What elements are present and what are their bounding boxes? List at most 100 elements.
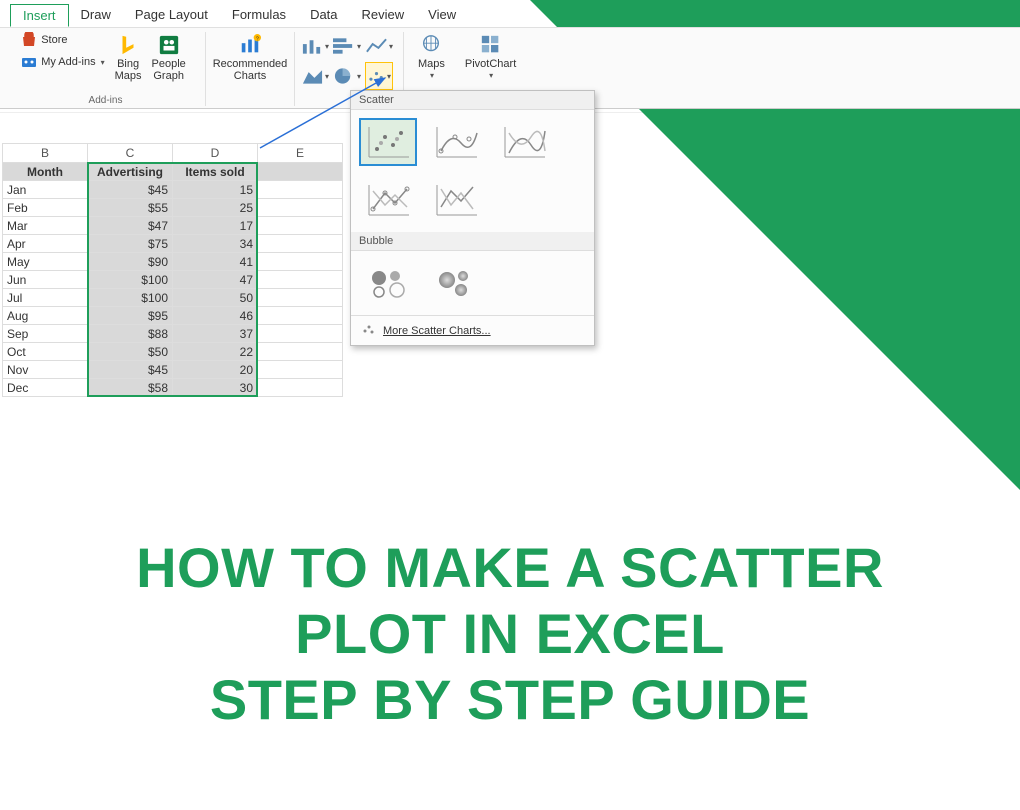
- tab-formulas[interactable]: Formulas: [220, 4, 298, 27]
- bubble-option[interactable]: [359, 259, 417, 307]
- cell-empty[interactable]: [258, 181, 343, 199]
- cell-advertising[interactable]: $58: [88, 379, 173, 397]
- scatter-markers-option[interactable]: [359, 118, 417, 166]
- cell-month[interactable]: Apr: [3, 235, 88, 253]
- cell-advertising[interactable]: $88: [88, 325, 173, 343]
- cell-month[interactable]: Sep: [3, 325, 88, 343]
- table-row[interactable]: Jul$10050: [3, 289, 343, 307]
- cell-empty[interactable]: [258, 289, 343, 307]
- scatter-chart-dropdown-button[interactable]: ▾: [365, 62, 393, 90]
- bing-maps-button[interactable]: Bing Maps: [111, 32, 146, 84]
- cell-month[interactable]: Oct: [3, 343, 88, 361]
- cell-month[interactable]: Feb: [3, 199, 88, 217]
- people-graph-button[interactable]: People Graph: [148, 32, 190, 84]
- scatter-straight-lines-option[interactable]: [427, 176, 485, 224]
- tab-data[interactable]: Data: [298, 4, 349, 27]
- tab-page-layout[interactable]: Page Layout: [123, 4, 220, 27]
- table-row[interactable]: Sep$8837: [3, 325, 343, 343]
- cell-items-sold[interactable]: 30: [173, 379, 258, 397]
- table-row[interactable]: Aug$9546: [3, 307, 343, 325]
- cell-advertising[interactable]: $45: [88, 181, 173, 199]
- cell-empty[interactable]: [258, 253, 343, 271]
- cell-items-sold[interactable]: 25: [173, 199, 258, 217]
- my-addins-button[interactable]: My Add-ins ▾: [21, 54, 104, 70]
- cell-month[interactable]: Jan: [3, 181, 88, 199]
- cell-month[interactable]: Mar: [3, 217, 88, 235]
- cell-items-sold[interactable]: 41: [173, 253, 258, 271]
- cell-empty[interactable]: [258, 199, 343, 217]
- bar-chart-button[interactable]: ▾: [333, 32, 361, 60]
- table-row[interactable]: Jan$4515: [3, 181, 343, 199]
- table-row[interactable]: May$9041: [3, 253, 343, 271]
- cell-empty[interactable]: [258, 307, 343, 325]
- column-chart-button[interactable]: ▾: [301, 32, 329, 60]
- cell-header-month[interactable]: Month: [3, 163, 88, 181]
- cell-items-sold[interactable]: 20: [173, 361, 258, 379]
- table-row[interactable]: Nov$4520: [3, 361, 343, 379]
- cell-advertising[interactable]: $55: [88, 199, 173, 217]
- people-graph-icon: [158, 34, 180, 56]
- cell-empty[interactable]: [258, 379, 343, 397]
- cell-items-sold[interactable]: 46: [173, 307, 258, 325]
- maps-button[interactable]: Maps ▾: [414, 32, 449, 84]
- cell-month[interactable]: Jul: [3, 289, 88, 307]
- table-row[interactable]: Oct$5022: [3, 343, 343, 361]
- cell-advertising[interactable]: $100: [88, 289, 173, 307]
- dropdown-caret-icon: ▾: [101, 58, 105, 67]
- cell-advertising[interactable]: $50: [88, 343, 173, 361]
- cell-advertising[interactable]: $75: [88, 235, 173, 253]
- cell-items-sold[interactable]: 37: [173, 325, 258, 343]
- cell-items-sold[interactable]: 50: [173, 289, 258, 307]
- cell-month[interactable]: Dec: [3, 379, 88, 397]
- more-scatter-charts-link[interactable]: More Scatter Charts...: [351, 315, 594, 345]
- cell-empty[interactable]: [258, 271, 343, 289]
- col-header-b[interactable]: B: [3, 144, 88, 163]
- cell-header-advertising[interactable]: Advertising: [88, 163, 173, 181]
- table-row[interactable]: Jun$10047: [3, 271, 343, 289]
- tab-review[interactable]: Review: [350, 4, 417, 27]
- table-row[interactable]: Feb$5525: [3, 199, 343, 217]
- table-row[interactable]: Apr$7534: [3, 235, 343, 253]
- cell-empty[interactable]: [258, 235, 343, 253]
- bubble-3d-option[interactable]: [427, 259, 485, 307]
- cell-month[interactable]: Nov: [3, 361, 88, 379]
- line-chart-button[interactable]: ▾: [365, 32, 393, 60]
- pie-chart-button[interactable]: ▾: [333, 62, 361, 90]
- cell-month[interactable]: Jun: [3, 271, 88, 289]
- cell-header-items-sold[interactable]: Items sold: [173, 163, 258, 181]
- tab-insert[interactable]: Insert: [10, 4, 69, 27]
- cell-advertising[interactable]: $45: [88, 361, 173, 379]
- scatter-smooth-lines-option[interactable]: [495, 118, 553, 166]
- cell-advertising[interactable]: $100: [88, 271, 173, 289]
- recommended-charts-button[interactable]: ? Recommended Charts: [212, 32, 288, 84]
- col-header-e[interactable]: E: [258, 144, 343, 163]
- cell-items-sold[interactable]: 17: [173, 217, 258, 235]
- cell-empty[interactable]: [258, 217, 343, 235]
- scatter-smooth-lines-markers-option[interactable]: [427, 118, 485, 166]
- col-header-c[interactable]: C: [88, 144, 173, 163]
- sheet-table[interactable]: B C D E Month Advertising Items sold Jan…: [2, 143, 343, 397]
- cell-advertising[interactable]: $47: [88, 217, 173, 235]
- cell-items-sold[interactable]: 15: [173, 181, 258, 199]
- tab-view[interactable]: View: [416, 4, 468, 27]
- cell-month[interactable]: May: [3, 253, 88, 271]
- cell-advertising[interactable]: $95: [88, 307, 173, 325]
- cell-items-sold[interactable]: 34: [173, 235, 258, 253]
- table-row[interactable]: Mar$4717: [3, 217, 343, 235]
- table-row[interactable]: Dec$5830: [3, 379, 343, 397]
- cell-month[interactable]: Aug: [3, 307, 88, 325]
- tab-draw[interactable]: Draw: [69, 4, 123, 27]
- cell-empty[interactable]: [258, 343, 343, 361]
- cell-items-sold[interactable]: 22: [173, 343, 258, 361]
- cell-empty[interactable]: [258, 325, 343, 343]
- scatter-straight-lines-markers-option[interactable]: [359, 176, 417, 224]
- addins-group-label: Add-ins: [12, 95, 199, 106]
- cell-advertising[interactable]: $90: [88, 253, 173, 271]
- area-chart-button[interactable]: ▾: [301, 62, 329, 90]
- cell-empty[interactable]: [258, 163, 343, 181]
- cell-empty[interactable]: [258, 361, 343, 379]
- pivotchart-button[interactable]: PivotChart ▾: [461, 32, 520, 84]
- store-button[interactable]: Store: [21, 32, 104, 48]
- col-header-d[interactable]: D: [173, 144, 258, 163]
- cell-items-sold[interactable]: 47: [173, 271, 258, 289]
